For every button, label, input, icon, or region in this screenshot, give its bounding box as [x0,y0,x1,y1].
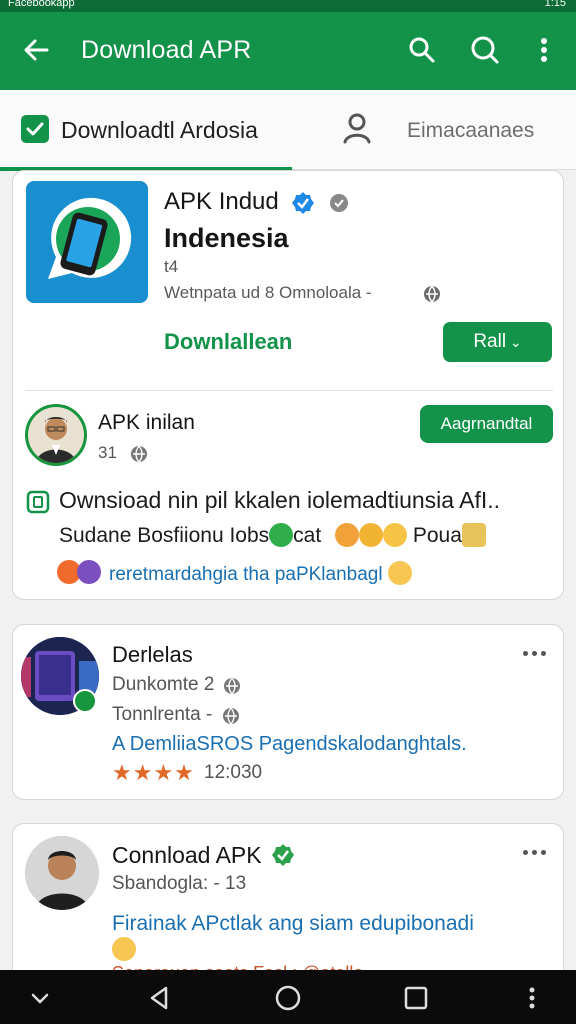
smile-emoji-icon [112,937,136,961]
app-bar: Download APR [0,12,576,90]
tab-downloads[interactable]: Downloadtl Ardosia [0,90,292,171]
app-meta: Wetnpata ud 8 Omnoloala - [164,283,372,302]
app-tiny-text: t4 [164,257,179,276]
verified-badge-icon [73,689,97,713]
app-icon[interactable] [26,181,148,303]
post-subtitle: Dunkomte 2 [112,674,215,695]
globe-icon [223,707,239,726]
status-bar: Facebookapp 1:15 [0,0,576,12]
post-subtitle: Sbandogla: - 13 [112,873,247,894]
chevron-down-icon: ⌄ [506,334,522,350]
description-line3-text: reretmardahgia tha paPKlanbagl [109,564,383,585]
description-line2: Sudane Bosfiionu Iobs cat Poua [59,523,486,548]
system-navigation-bar [0,970,576,1024]
emoji-group [112,937,136,961]
description-line3-link[interactable]: reretmardahgia tha paPKlanbagl [109,561,412,586]
search-icon[interactable] [406,34,438,66]
description-line2-text: Sudane Bosfiionu Iobs [59,524,270,547]
publisher-name: APK inilan [98,411,195,434]
post-author-name: Derlelas [112,642,193,667]
more-vert-icon[interactable] [518,984,546,1012]
globe-icon [131,445,147,464]
home-circle-icon[interactable] [274,984,302,1012]
search-icon[interactable] [469,34,501,66]
description-line2-poua: Poua [412,524,462,547]
smile-emoji-icon [269,523,294,547]
app-name-line2: Indenesia [164,223,289,253]
publisher-badge-button[interactable]: Aagrnandtal [420,405,553,443]
post-meta: Tonnlrenta - [112,704,213,725]
recents-square-icon[interactable] [402,984,430,1012]
tab-downloads-label: Downloadtl Ardosia [61,117,258,143]
happy-emoji-icon [387,561,412,585]
tab-bar: Downloadtl Ardosia Eimacaanaes [0,90,576,171]
person-icon [343,113,371,144]
globe-icon [424,285,440,304]
post-author-name: Connload APK [112,842,262,868]
description-line1: Ownsioad nin pil kkalen iolemadtiunsia A… [59,487,501,513]
publisher-count: 31 [98,443,117,462]
install-button-label: Rall [473,331,507,352]
emoji-group [57,560,101,584]
laugh-emoji-icon [335,523,360,547]
post-card[interactable]: Connload APK Sbandogla: - 13 Firainak AP… [12,823,564,993]
rating-stars: ★★★★ [112,760,195,785]
post-card[interactable]: Derlelas Dunkomte 2 Tonnlrenta - A Demli… [12,624,564,800]
more-horiz-icon[interactable] [523,651,549,659]
install-button[interactable]: Rall ⌄ [443,322,552,362]
check-circle-icon [330,194,348,212]
tab-second-label: Eimacaanaes [407,119,535,142]
verified-badge-icon [272,844,294,866]
status-time: 1:15 [544,0,566,9]
post-avatar[interactable] [25,836,99,910]
app-bar-title: Download APR [81,36,252,64]
back-triangle-icon[interactable] [146,984,174,1012]
checkbox-icon [21,115,49,143]
cool-emoji-icon [359,523,384,547]
app-card[interactable]: APK Indud Indenesia t4 Wetnpata ud 8 Omn… [12,170,564,600]
app-name-line1: APK Indud [164,188,279,215]
person-emoji-icon [461,523,486,547]
globe-icon [224,677,240,696]
divider [25,390,553,391]
more-horiz-icon[interactable] [523,850,549,858]
description-line2-cat: cat [293,524,322,547]
publisher-avatar[interactable] [25,404,87,466]
verified-badge-icon [292,192,314,214]
tab-second[interactable]: Eimacaanaes [330,90,576,170]
purple-emoji-icon [77,560,101,584]
status-left-text: Facebookapp [8,0,75,9]
post-link-text[interactable]: Firainak APctlak ang siam edupibonadi [112,912,474,936]
rating-value: 12:030 [204,762,263,783]
chevron-down-icon[interactable] [26,984,54,1012]
back-arrow-icon[interactable] [20,34,52,66]
download-link[interactable]: Downlallean [164,329,292,355]
grin-emoji-icon [383,523,408,547]
more-vert-icon[interactable] [528,34,560,66]
post-link-text[interactable]: A DemliiaSROS Pagendskalodanghtals. [112,733,467,756]
document-icon [26,490,50,514]
